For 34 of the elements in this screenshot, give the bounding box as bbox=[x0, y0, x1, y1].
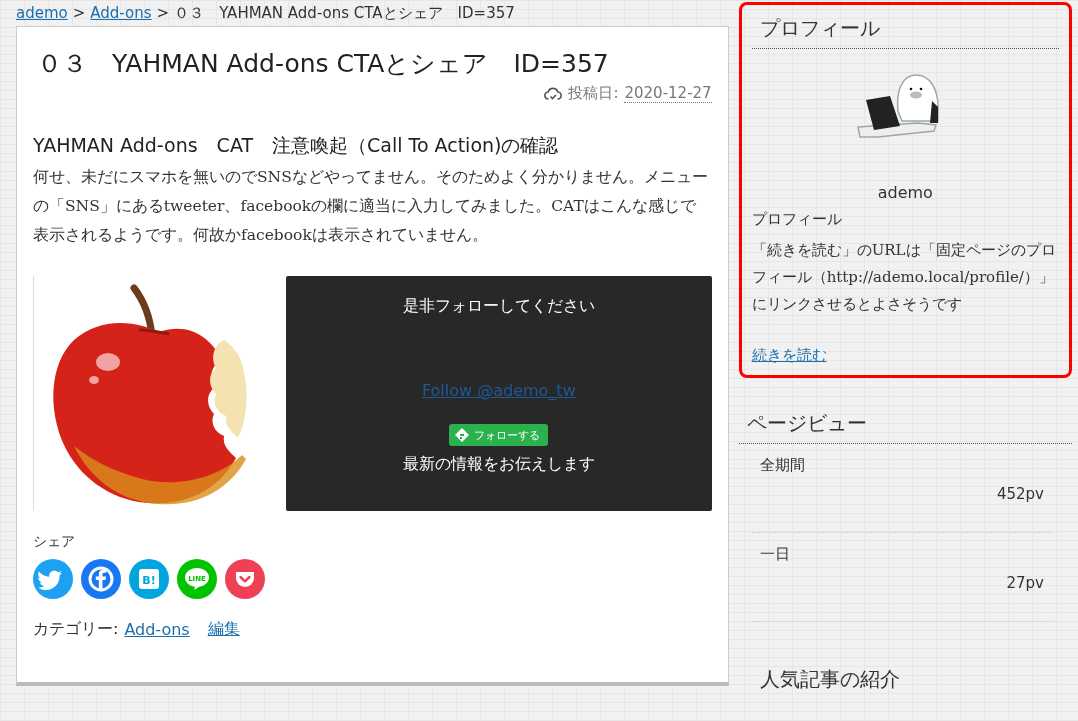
cloud-icon bbox=[544, 85, 563, 102]
pageview-count: 452pv bbox=[995, 485, 1044, 503]
post-date: 2020-12-27 bbox=[624, 84, 712, 103]
date-label: 投稿日: bbox=[568, 84, 619, 103]
share-label: シェア bbox=[33, 533, 76, 551]
edit-link[interactable]: 編集 bbox=[207, 619, 240, 640]
read-more-link[interactable]: 続きを読む bbox=[751, 346, 827, 365]
profile-name: ademo bbox=[876, 183, 934, 202]
hatena-share-button[interactable]: B! bbox=[129, 559, 169, 599]
pocket-share-button[interactable] bbox=[225, 559, 265, 599]
category-label: カテゴリー: bbox=[33, 619, 119, 640]
profile-description: 「続きを読む」のURLは「固定ページのプロフィール（http://ademo.local/profile/）」にリンクさせるとよさそうです bbox=[751, 240, 1057, 315]
widget-title: ページビュー bbox=[738, 404, 1072, 444]
section-heading: YAHMAN Add-ons CAT 注意喚起（Call To Action)の確認 bbox=[33, 133, 560, 158]
pageview-label: 全期間 bbox=[759, 456, 806, 475]
feedly-icon bbox=[454, 427, 471, 443]
cta-subtitle: 最新の情報をお伝えします bbox=[402, 454, 595, 475]
breadcrumb-current: ０３ YAHMAN Add-ons CTAとシェア ID=357 bbox=[174, 3, 515, 23]
facebook-share-button[interactable] bbox=[81, 559, 121, 599]
breadcrumb-link[interactable]: ademo bbox=[16, 4, 68, 22]
category-link[interactable]: Add-ons bbox=[124, 620, 190, 639]
feedly-follow-button[interactable]: フォローする bbox=[449, 424, 549, 446]
pageview-count: 27pv bbox=[1005, 574, 1044, 592]
breadcrumb-link[interactable]: Add-ons bbox=[90, 4, 152, 22]
widget-title: 人気記事の紹介 bbox=[758, 666, 901, 693]
widget-title: プロフィール bbox=[751, 9, 1059, 49]
breadcrumb-separator: > bbox=[72, 4, 86, 22]
pageview-label: 一日 bbox=[759, 545, 791, 564]
cta-title: 是非フォローしてください bbox=[402, 296, 595, 317]
breadcrumb-separator: > bbox=[156, 4, 170, 22]
twitter-share-button[interactable] bbox=[33, 559, 73, 599]
profile-text-title: プロフィール bbox=[751, 209, 843, 230]
article-title: ０３ YAHMAN Add-ons CTAとシェア ID=357 bbox=[37, 48, 610, 80]
article-paragraph: 何せ、未だにスマホを無いのでSNSなどやってません。そのためよく分かりません。メニューの「SNS」にあるtweeter、facebookの欄に適当に入力してみました。CATはこんな感じで表示されるようです。何故かfacebookは表示されていません。 bbox=[33, 167, 709, 246]
